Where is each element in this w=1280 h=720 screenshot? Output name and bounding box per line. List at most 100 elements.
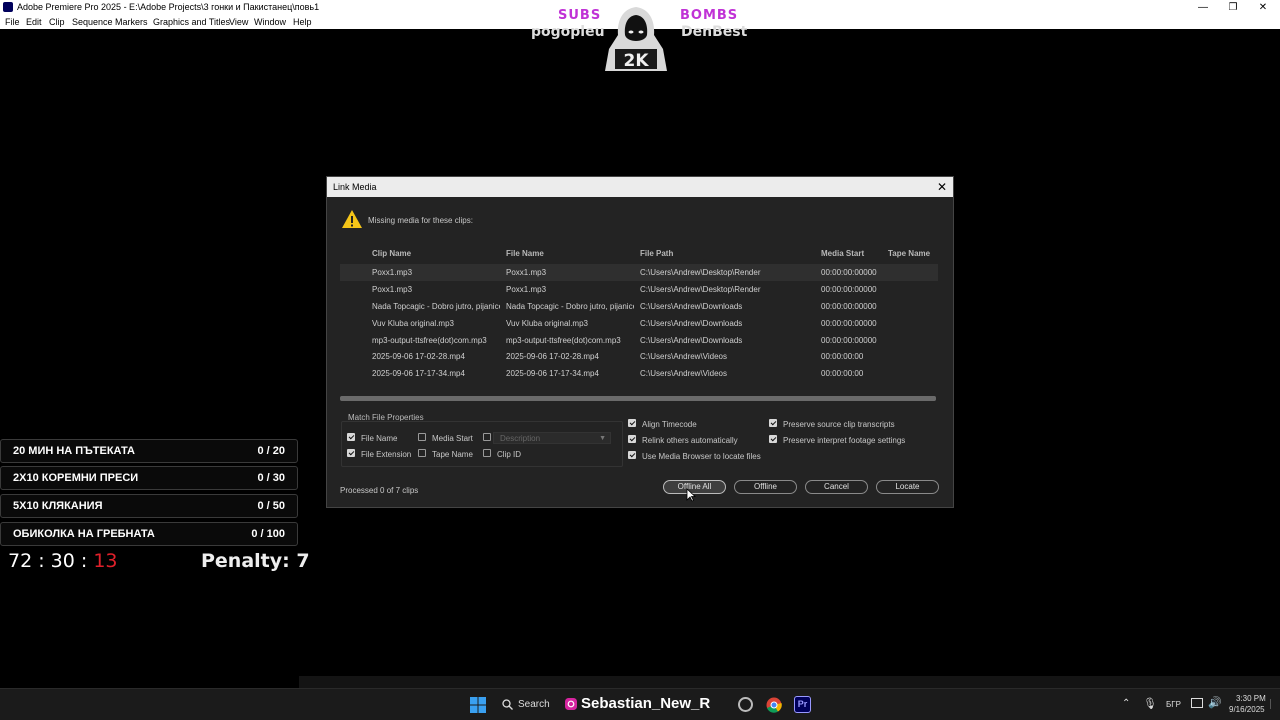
table-row[interactable]: mp3-output-ttsfree(dot)com.mp3 mp3-outpu… — [340, 332, 938, 349]
preserve-transcripts-checkbox[interactable] — [769, 419, 777, 427]
menu-edit[interactable]: Edit — [26, 15, 42, 29]
dialog-close-button[interactable]: ✕ — [937, 177, 947, 197]
table-horizontal-scrollbar[interactable] — [340, 396, 936, 401]
description-dropdown[interactable]: Description ▼ — [493, 432, 611, 444]
menu-view[interactable]: View — [229, 15, 248, 29]
offline-button[interactable]: Offline — [734, 480, 797, 494]
tape-name-checkbox[interactable] — [418, 449, 426, 457]
locate-button[interactable]: Locate — [876, 480, 939, 494]
file-name-checkbox[interactable] — [347, 433, 355, 441]
align-timecode-checkbox[interactable] — [628, 419, 636, 427]
taskbar-search-label[interactable]: Search — [518, 699, 550, 710]
cell-path: C:\Users\Andrew\Downloads — [640, 302, 743, 311]
description-checkbox[interactable] — [483, 433, 491, 441]
subs-label: SUBS — [558, 8, 602, 23]
scrollbar-thumb[interactable] — [340, 396, 936, 401]
hooded-mascot-icon: 2K — [605, 7, 667, 71]
col-tape-name[interactable]: Tape Name — [888, 249, 930, 258]
bombs-label: BOMBS — [680, 8, 739, 23]
dialog-header: Link Media ✕ — [327, 177, 953, 197]
timer-seconds: 13 — [93, 550, 118, 572]
preserve-transcripts-label: Preserve source clip transcripts — [783, 420, 895, 429]
taskbar: Search Sebastian_New_R Pr ⌃ 🎙 БГР 🔊 3:30… — [0, 688, 1280, 720]
mascot-text: 2K — [623, 51, 649, 71]
close-window-button[interactable]: ✕ — [1248, 0, 1278, 15]
timer-main: 72 : 30 : — [8, 550, 88, 572]
cell-clip: 2025-09-06 17-17-34.mp4 — [372, 369, 465, 378]
table-row[interactable]: 2025-09-06 17-17-34.mp4 2025-09-06 17-17… — [340, 365, 938, 382]
link-media-dialog: Link Media ✕ Missing media for these cli… — [326, 176, 954, 508]
show-desktop-button[interactable] — [1270, 699, 1275, 709]
challenge-row: 5X10 КЛЯКАНИЯ 0 / 50 — [0, 494, 298, 518]
clips-table: Clip Name File Name File Path Media Star… — [340, 245, 940, 397]
file-extension-checkbox[interactable] — [347, 449, 355, 457]
chrome-icon[interactable] — [766, 697, 782, 713]
col-clip-name[interactable]: Clip Name — [372, 249, 411, 258]
challenge-row: 20 МИН НА ПЪТЕКАТА 0 / 20 — [0, 439, 298, 463]
microphone-icon[interactable]: 🎙 — [1143, 697, 1157, 710]
table-row[interactable]: 2025-09-06 17-02-28.mp4 2025-09-06 17-02… — [340, 348, 938, 365]
language-indicator[interactable]: БГР — [1166, 700, 1181, 709]
media-start-checkbox[interactable] — [418, 433, 426, 441]
menu-sequence[interactable]: Sequence — [72, 15, 113, 29]
processed-status: Processed 0 of 7 clips — [340, 486, 419, 495]
table-row[interactable]: Poxx1.mp3 Poxx1.mp3 C:\Users\Andrew\Desk… — [340, 281, 938, 298]
challenge-row: ОБИКОЛКА НА ГРЕБНАТА 0 / 100 — [0, 522, 298, 546]
cell-file: Poxx1.mp3 — [506, 268, 547, 277]
timeline-strip — [299, 676, 1280, 688]
cell-file: Vuv Kluba original.mp3 — [506, 319, 588, 328]
menu-markers[interactable]: Markers — [115, 15, 148, 29]
menu-help[interactable]: Help — [293, 15, 312, 29]
challenge-label: 2X10 КОРЕМНИ ПРЕСИ — [13, 472, 139, 484]
cell-clip: Vuv Kluba original.mp3 — [372, 319, 454, 328]
cell-start: 00:00:00:00000 — [821, 319, 877, 328]
cell-path: C:\Users\Andrew\Desktop\Render — [640, 268, 761, 277]
challenge-row: 2X10 КОРЕМНИ ПРЕСИ 0 / 30 — [0, 466, 298, 490]
taskbar-date[interactable]: 9/16/2025 — [1229, 705, 1265, 714]
table-row[interactable]: Vuv Kluba original.mp3 Vuv Kluba origina… — [340, 315, 938, 332]
col-file-path[interactable]: File Path — [640, 249, 673, 258]
obs-icon[interactable] — [738, 697, 753, 712]
challenge-count: 0 / 20 — [257, 445, 285, 457]
cell-file: Nada Topcagic - Dobro jutro, pijanice - — [506, 302, 634, 311]
menu-window[interactable]: Window — [254, 15, 286, 29]
minimize-button[interactable]: — — [1188, 0, 1218, 15]
premiere-pro-icon[interactable]: Pr — [794, 696, 811, 713]
search-icon[interactable] — [502, 699, 513, 710]
file-name-label: File Name — [361, 434, 398, 443]
match-file-properties-group — [341, 421, 623, 467]
cell-start: 00:00:00:00000 — [821, 336, 877, 345]
cell-path: C:\Users\Andrew\Downloads — [640, 336, 743, 345]
chevron-down-icon: ▼ — [599, 435, 606, 442]
maximize-button[interactable]: ❐ — [1218, 0, 1248, 15]
menu-clip[interactable]: Clip — [49, 15, 65, 29]
chevron-up-icon[interactable]: ⌃ — [1122, 698, 1130, 709]
bombs-name: DenBest — [681, 24, 748, 40]
warning-icon — [342, 210, 362, 228]
challenge-count: 0 / 100 — [251, 528, 285, 540]
preserve-interpret-checkbox[interactable] — [769, 435, 777, 443]
col-file-name[interactable]: File Name — [506, 249, 544, 258]
relink-others-label: Relink others automatically — [642, 436, 738, 445]
use-media-browser-checkbox[interactable] — [628, 451, 636, 459]
clip-id-checkbox[interactable] — [483, 449, 491, 457]
dialog-title: Link Media — [333, 182, 377, 192]
tape-name-label: Tape Name — [432, 450, 473, 459]
windows-start-icon[interactable] — [470, 697, 486, 713]
taskbar-time[interactable]: 3:30 PM — [1236, 694, 1266, 703]
challenge-count: 0 / 50 — [257, 500, 285, 512]
table-row[interactable]: Poxx1.mp3 Poxx1.mp3 C:\Users\Andrew\Desk… — [340, 264, 938, 281]
col-media-start[interactable]: Media Start — [821, 249, 864, 258]
subs-name: pogopleu — [531, 24, 605, 40]
menu-graphics-titles[interactable]: Graphics and Titles — [153, 15, 230, 29]
relink-others-checkbox[interactable] — [628, 435, 636, 443]
cancel-button[interactable]: Cancel — [805, 480, 868, 494]
cell-path: C:\Users\Andrew\Desktop\Render — [640, 285, 761, 294]
network-icon[interactable] — [1191, 698, 1203, 708]
menu-file[interactable]: File — [5, 15, 20, 29]
challenge-label: ОБИКОЛКА НА ГРЕБНАТА — [13, 528, 155, 540]
table-row[interactable]: Nada Topcagic - Dobro jutro, pijanice - … — [340, 298, 938, 315]
volume-icon[interactable]: 🔊 — [1208, 696, 1222, 709]
cell-file: Poxx1.mp3 — [506, 285, 547, 294]
cell-file: 2025-09-06 17-17-34.mp4 — [506, 369, 599, 378]
